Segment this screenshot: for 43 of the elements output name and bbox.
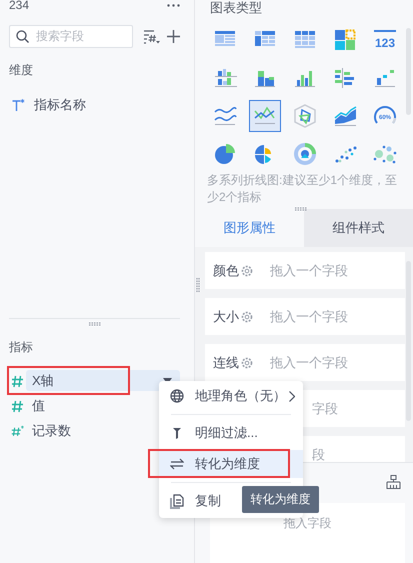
swap-icon [170, 458, 184, 470]
drag-handle-icon[interactable] [196, 278, 200, 292]
text-type-icon [11, 98, 26, 112]
chart-hint: 多系列折线图:建议至少1个维度，至少2个指标 [206, 172, 398, 206]
slot-label: 颜色 [213, 262, 239, 280]
copy-icon [170, 494, 184, 508]
slot-placeholder: 拖入一个字段 [270, 308, 348, 326]
hierarchy-icon[interactable] [386, 475, 401, 489]
section-title: 维度 [8, 62, 34, 79]
tooltip: 转化为维度 [242, 486, 319, 513]
globe-icon [170, 389, 184, 403]
chart-type-button[interactable]: 123 [369, 24, 401, 56]
drag-handle-icon[interactable] [295, 207, 307, 211]
slot-placeholder: 字段 [312, 400, 338, 418]
section-title: 图表类型 [209, 0, 263, 15]
field-item[interactable]: X轴 [26, 370, 180, 391]
field-slot[interactable]: 颜色 拖入一个字段 [205, 252, 405, 289]
gear-icon[interactable] [241, 310, 253, 322]
add-icon[interactable] [167, 30, 180, 42]
number-type-icon [11, 398, 24, 412]
drag-handle-icon[interactable] [88, 322, 100, 326]
slot-label: 大小 [213, 308, 239, 326]
chevron-right-icon [289, 390, 295, 402]
filter-icon [172, 427, 182, 439]
list-filter-icon[interactable] [143, 28, 161, 44]
field-slot[interactable]: 连线 拖入一个字段 [205, 344, 405, 381]
slot-label: 连线 [213, 354, 239, 372]
number-type-icon [11, 374, 24, 388]
tab[interactable]: 组件样式 [304, 208, 413, 247]
slot-placeholder: 拖入一个字段 [270, 262, 348, 280]
field-item[interactable]: 指标名称 [28, 94, 182, 115]
search-field[interactable]: 搜索字段 [9, 24, 133, 48]
chart-type-button[interactable] [249, 100, 281, 132]
slot-placeholder: 拖入一个字段 [270, 354, 348, 372]
calc-number-type-icon [11, 424, 24, 438]
section-title: 指标 [9, 339, 34, 356]
gear-icon[interactable] [241, 264, 253, 276]
field-slot[interactable]: 大小 拖入一个字段 [205, 298, 405, 335]
more-icon[interactable] [167, 4, 180, 6]
gear-icon[interactable] [241, 356, 253, 368]
scrollbar[interactable] [406, 261, 411, 421]
slot-placeholder: 段 [312, 446, 325, 462]
field-count: 234 [9, 0, 30, 11]
